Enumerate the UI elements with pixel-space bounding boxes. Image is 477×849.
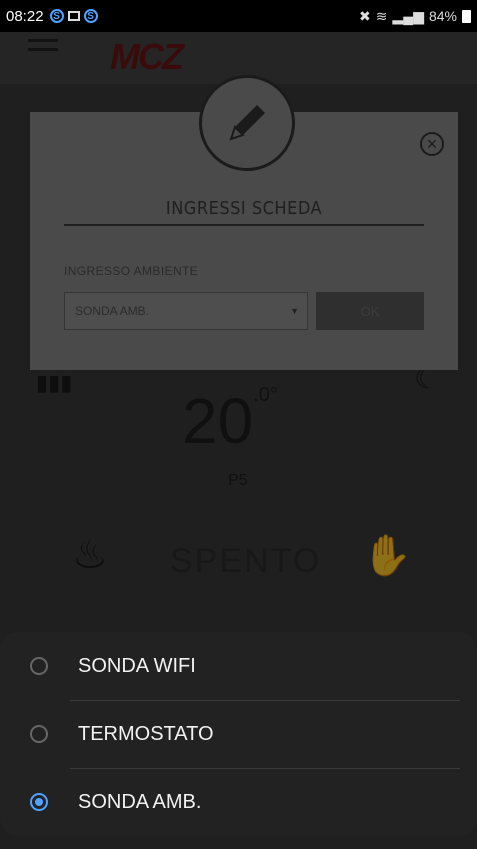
close-icon[interactable]: × (420, 132, 444, 156)
option-label: TERMOSTATO (78, 722, 214, 745)
status-bar: 08:22 S S ✖ ≋ ▂▄▆ 84% (0, 0, 477, 32)
radio-icon[interactable] (30, 657, 48, 675)
mute-icon: ✖ (359, 7, 371, 24)
title-divider (64, 224, 424, 226)
option-label: SONDA WIFI (78, 654, 196, 677)
radio-checked-icon[interactable] (30, 793, 48, 811)
options-sheet: SONDA WIFI TERMOSTATO SONDA AMB. (0, 632, 477, 836)
pencil-icon (199, 75, 295, 171)
battery-percent: 84% (428, 8, 457, 24)
option-sonda-wifi[interactable]: SONDA WIFI (0, 632, 477, 700)
ok-button[interactable]: OK (316, 292, 424, 330)
s-notification-icon: S (83, 9, 98, 23)
select-value: SONDA AMB. (75, 304, 150, 318)
status-time: 08:22 (6, 7, 44, 25)
s-notification-icon: S (49, 9, 64, 23)
option-sonda-amb[interactable]: SONDA AMB. (0, 768, 477, 836)
radio-icon[interactable] (30, 725, 48, 743)
dialog-title: INGRESSI SCHEDA (165, 198, 323, 219)
option-termostato[interactable]: TERMOSTATO (0, 700, 477, 768)
system-icons: ✖ ≋ ▂▄▆ 84% (359, 8, 471, 25)
battery-icon (462, 9, 471, 23)
caret-down-icon: ▼ (290, 306, 299, 316)
option-label: SONDA AMB. (78, 790, 202, 813)
field-label: INGRESSO AMBIENTE (64, 264, 199, 278)
notification-icons: S S (49, 9, 98, 23)
signal-icon: ▂▄▆ (392, 7, 424, 24)
screen: 08:22 S S ✖ ≋ ▂▄▆ 84% MCZ ▮▮▮ ☾ 20.0° P5… (0, 0, 477, 849)
image-notification-icon (67, 11, 80, 21)
wifi-icon: ≋ (375, 7, 388, 24)
ambient-input-select[interactable]: SONDA AMB. ▼ (64, 292, 308, 330)
